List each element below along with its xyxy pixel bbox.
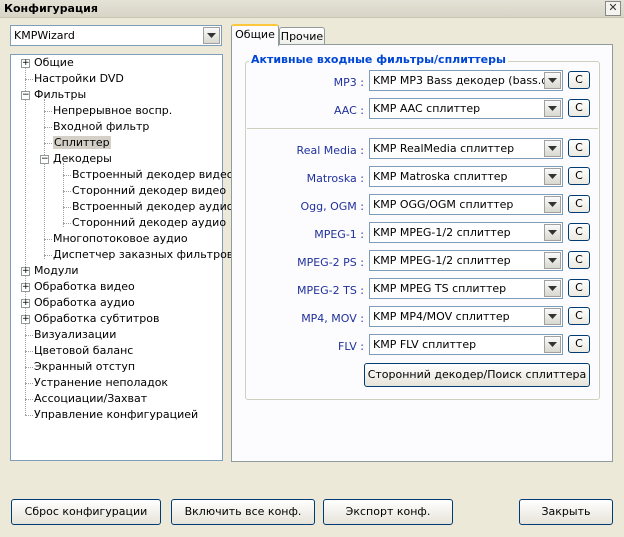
filter-select-realmedia[interactable]: KMP RealMedia сплиттер [369,138,563,159]
tree-item-custom-filter-manager[interactable]: Диспетчер заказных фильтров [53,247,233,263]
filter-label-mpeg1: MPEG-1 : [314,228,364,241]
chevron-down-icon[interactable] [544,252,561,269]
filter-label-aac: AAC : [333,104,364,117]
filter-select-matroska[interactable]: KMP Matroska сплиттер [369,166,563,187]
tab-general[interactable]: Общие [231,24,279,46]
title-bar: Конфигурация ✕ [0,0,624,18]
clear-button-mp3[interactable]: C [568,71,590,89]
export-config-button[interactable]: Экспорт конф. [323,499,453,525]
filter-select-value: KMP MPEG-1/2 сплиттер [373,254,511,267]
clear-button-mpeg1[interactable]: C [568,223,590,241]
tree-item-dvd-settings[interactable]: Настройки DVD [34,71,124,87]
chevron-down-icon[interactable] [544,280,561,297]
tree-item-external-video-decoder[interactable]: Сторонний декодер видео [72,183,226,199]
tree-item-filters[interactable]: Фильтры [34,87,86,103]
tree-item-video-processing[interactable]: Обработка видео [34,279,135,295]
filter-select-mpeg1[interactable]: KMP MPEG-1/2 сплиттер [369,222,563,243]
filter-label-matroska: Matroska : [306,172,364,185]
window-title: Конфигурация [4,2,98,15]
chevron-down-icon[interactable] [544,140,561,157]
tab-panel-general: Активные входные фильтры/сплиттеры MP3 :… [231,44,613,462]
filter-label-ogg: Ogg, OGM : [300,200,365,213]
clear-button-realmedia[interactable]: C [568,139,590,157]
filter-select-value: KMP MPEG TS сплиттер [373,282,507,295]
expand-icon[interactable]: + [21,315,30,324]
clear-button-mpeg2ps[interactable]: C [568,251,590,269]
filter-label-mpeg2ts: MPEG-2 TS : [297,284,364,297]
profile-select-value: KMPWizard [14,29,75,42]
filter-select-aac[interactable]: KMP AAC сплиттер [369,98,563,119]
clear-button-ogg[interactable]: C [568,195,590,213]
clear-button-matroska[interactable]: C [568,167,590,185]
tree-item-builtin-audio-decoder[interactable]: Встроенный декодер аудио [72,199,234,215]
tree-item-config-management[interactable]: Управление конфигурацией [34,407,198,423]
filter-select-value: KMP OGG/OGM сплиттер [373,198,514,211]
enable-all-config-button[interactable]: Включить все конф. [171,499,315,525]
tree-item-modules[interactable]: Модули [34,263,79,279]
filter-select-value: KMP AAC сплиттер [373,102,481,115]
chevron-down-icon[interactable] [544,100,561,117]
close-icon[interactable]: ✕ [605,1,621,16]
filter-select-value: KMP MPEG-1/2 сплиттер [373,226,511,239]
tree-item-troubleshooting[interactable]: Устранение неполадок [34,375,168,391]
clear-button-flv[interactable]: C [568,335,590,353]
filter-label-mp3: MP3 : [333,76,364,89]
chevron-down-icon[interactable] [544,224,561,241]
filter-label-flv: FLV : [338,340,364,353]
chevron-down-icon[interactable] [544,336,561,353]
expand-icon[interactable]: + [21,299,30,308]
profile-select[interactable]: KMPWizard [10,25,222,46]
collapse-icon[interactable]: − [40,155,49,164]
filter-select-ogg[interactable]: KMP OGG/OGM сплиттер [369,194,563,215]
tree-item-color-balance[interactable]: Цветовой баланс [34,343,133,359]
filter-label-mp4: MP4, MOV : [301,312,364,325]
tree-item-external-audio-decoder[interactable]: Сторонний декодер аудио [72,215,226,231]
tree-item-builtin-video-decoder[interactable]: Встроенный декодер видео [72,167,234,183]
tree-item-decoders[interactable]: Декодеры [53,151,112,167]
expand-icon[interactable]: + [21,267,30,276]
tree-item-splitter[interactable]: Сплиттер [53,135,111,151]
tree-item-subtitle-processing[interactable]: Обработка субтитров [34,311,159,327]
tree-item-associations[interactable]: Ассоциации/Захват [34,391,147,407]
settings-tree[interactable]: + Общие Настройки DVD − Фильтры Непрерыв… [10,54,234,461]
expand-icon[interactable]: + [21,59,30,68]
config-window: Конфигурация ✕ KMPWizard + Общие Настрой… [0,0,624,537]
tree-item-audio-processing[interactable]: Обработка аудио [34,295,135,311]
filter-select-mpeg2ts[interactable]: KMP MPEG TS сплиттер [369,278,563,299]
tree-item-screen-margin[interactable]: Экранный отступ [34,359,135,375]
filter-select-value: KMP FLV сплиттер [373,338,477,351]
divider [247,128,598,129]
tree-item-general[interactable]: Общие [34,55,74,71]
expand-icon[interactable]: + [21,283,30,292]
clear-button-mpeg2ts[interactable]: C [568,279,590,297]
chevron-down-icon[interactable] [544,168,561,185]
chevron-down-icon[interactable] [203,27,220,44]
chevron-down-icon[interactable] [544,196,561,213]
tree-item-continuous-play[interactable]: Непрерывное воспр. [53,103,172,119]
tree-item-multistream-audio[interactable]: Многопотоковое аудио [53,231,188,247]
reset-config-button[interactable]: Сброс конфигурации [11,499,161,525]
filter-label-realmedia: Real Media : [296,144,364,157]
close-button[interactable]: Закрыть [519,499,613,525]
filter-select-value: KMP MP4/MOV сплиттер [373,310,510,323]
filter-select-mpeg2ps[interactable]: KMP MPEG-1/2 сплиттер [369,250,563,271]
external-decoder-search-button[interactable]: Сторонний декодер/Поиск сплиттера [364,363,590,387]
collapse-icon[interactable]: − [21,91,30,100]
group-title: Активные входные фильтры/сплиттеры [249,53,508,66]
filter-label-mpeg2ps: MPEG-2 PS : [297,256,364,269]
chevron-down-icon[interactable] [544,308,561,325]
tree-item-input-filter[interactable]: Входной фильтр [53,119,149,135]
filter-select-mp4[interactable]: KMP MP4/MOV сплиттер [369,306,563,327]
filter-select-flv[interactable]: KMP FLV сплиттер [369,334,563,355]
filter-select-value: KMP Matroska сплиттер [373,170,508,183]
tree-item-visualizations[interactable]: Визуализации [34,327,116,343]
clear-button-mp4[interactable]: C [568,307,590,325]
filter-select-mp3[interactable]: KMP MP3 Bass декодер (bass.dll) [369,70,563,91]
clear-button-aac[interactable]: C [568,99,590,117]
filter-select-value: KMP RealMedia сплиттер [373,142,515,155]
filter-select-value: KMP MP3 Bass декодер (bass.dll) [373,74,559,87]
chevron-down-icon[interactable] [544,72,561,89]
